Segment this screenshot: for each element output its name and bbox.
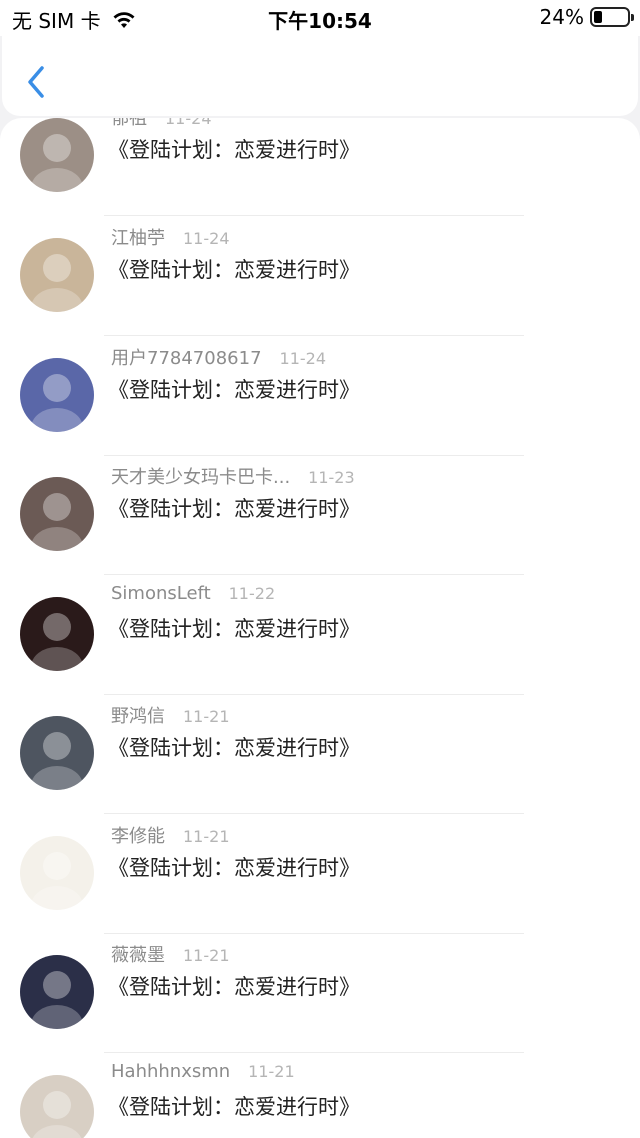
user-name[interactable]: 用户7784708617 xyxy=(111,344,262,370)
avatar-image xyxy=(20,955,94,1029)
item-meta: 郁祖 11-24 xyxy=(111,118,212,130)
avatar-image xyxy=(20,358,94,432)
list-item[interactable]: 薇薇墨 11-21 《登陆计划：恋爱进行时》 xyxy=(0,933,640,1053)
work-title[interactable]: 《登陆计划：恋爱进行时》 xyxy=(108,1091,360,1121)
avatar-image xyxy=(20,1075,94,1138)
avatar-image xyxy=(20,716,94,790)
work-title[interactable]: 《登陆计划：恋爱进行时》 xyxy=(108,852,360,882)
post-date: 11-21 xyxy=(183,707,230,726)
status-bar: 无 SIM 卡 下午10:54 24% xyxy=(0,0,640,36)
comment-list: 郁祖 11-24 《登陆计划：恋爱进行时》 江柚苧 11-24 《登陆计划：恋爱进行时》用… xyxy=(0,118,640,1138)
avatar-image xyxy=(20,477,94,551)
work-title[interactable]: 《登陆计划：恋爱进行时》 xyxy=(108,374,360,404)
work-title[interactable]: 《登陆计划：恋爱进行时》 xyxy=(108,493,360,523)
work-title[interactable]: 《登陆计划：恋爱进行时》 xyxy=(108,971,360,1001)
user-name[interactable]: Hahhhnxsmn xyxy=(111,1061,230,1082)
user-name[interactable]: 江柚苧 xyxy=(111,224,165,250)
avatar[interactable] xyxy=(20,836,94,910)
item-meta: 薇薇墨 11-21 xyxy=(111,941,230,967)
item-meta: SimonsLeft 11-22 xyxy=(111,583,275,604)
user-name[interactable]: 薇薇墨 xyxy=(111,941,165,967)
work-title[interactable]: 《登陆计划：恋爱进行时》 xyxy=(108,732,360,762)
battery-level xyxy=(594,11,602,23)
battery-percent: 24% xyxy=(539,5,584,29)
list-item[interactable]: 江柚苧 11-24 《登陆计划：恋爱进行时》 xyxy=(0,216,640,336)
avatar-image xyxy=(20,836,94,910)
list-item[interactable]: 李修能 11-21 《登陆计划：恋爱进行时》 xyxy=(0,814,640,934)
avatar[interactable] xyxy=(20,597,94,671)
avatar[interactable] xyxy=(20,358,94,432)
user-name[interactable]: 李修能 xyxy=(111,822,165,848)
user-name[interactable]: 野鸿信 xyxy=(111,702,165,728)
avatar[interactable] xyxy=(20,716,94,790)
post-date: 11-21 xyxy=(183,946,230,965)
avatar-image xyxy=(20,118,94,192)
avatar[interactable] xyxy=(20,1075,94,1138)
nav-bar xyxy=(2,36,638,116)
list-item[interactable]: 用户7784708617 11-24 《登陆计划：恋爱进行时》 xyxy=(0,336,640,456)
post-date: 11-24 xyxy=(279,349,327,368)
avatar[interactable] xyxy=(20,238,94,312)
post-date: 11-22 xyxy=(228,584,276,603)
item-meta: 野鸿信 11-21 xyxy=(111,702,230,728)
chevron-left-icon xyxy=(28,66,44,98)
work-title[interactable]: 《登陆计划：恋爱进行时》 xyxy=(108,254,360,284)
list-item[interactable]: Hahhhnxsmn 11-21 《登陆计划：恋爱进行时》 xyxy=(0,1053,640,1138)
avatar-image xyxy=(20,597,94,671)
user-name[interactable]: 郁祖 xyxy=(111,118,147,130)
user-name[interactable]: SimonsLeft xyxy=(111,583,211,604)
avatar-image xyxy=(20,238,94,312)
user-name[interactable]: 天才美少女玛卡巴卡... xyxy=(111,463,290,489)
avatar[interactable] xyxy=(20,477,94,551)
battery-group: 24% xyxy=(539,5,634,29)
post-date: 11-21 xyxy=(183,827,230,846)
post-date: 11-24 xyxy=(183,229,230,248)
item-meta: 天才美少女玛卡巴卡... 11-23 xyxy=(111,463,355,489)
post-date: 11-23 xyxy=(308,468,355,487)
back-button[interactable] xyxy=(22,64,52,100)
list-item[interactable]: SimonsLeft 11-22 《登陆计划：恋爱进行时》 xyxy=(0,575,640,695)
battery-icon xyxy=(590,7,634,27)
item-meta: Hahhhnxsmn 11-21 xyxy=(111,1061,295,1082)
list-item[interactable]: 天才美少女玛卡巴卡... 11-23 《登陆计划：恋爱进行时》 xyxy=(0,455,640,575)
item-meta: 江柚苧 11-24 xyxy=(111,224,230,250)
avatar[interactable] xyxy=(20,955,94,1029)
item-meta: 用户7784708617 11-24 xyxy=(111,344,326,370)
item-meta: 李修能 11-21 xyxy=(111,822,230,848)
list-item[interactable]: 郁祖 11-24 《登陆计划：恋爱进行时》 xyxy=(0,118,640,216)
avatar[interactable] xyxy=(20,118,94,192)
post-date: 11-24 xyxy=(165,118,212,128)
list-item[interactable]: 野鸿信 11-21 《登陆计划：恋爱进行时》 xyxy=(0,694,640,814)
work-title[interactable]: 《登陆计划：恋爱进行时》 xyxy=(108,134,360,164)
work-title[interactable]: 《登陆计划：恋爱进行时》 xyxy=(108,613,360,643)
post-date: 11-21 xyxy=(248,1062,295,1081)
